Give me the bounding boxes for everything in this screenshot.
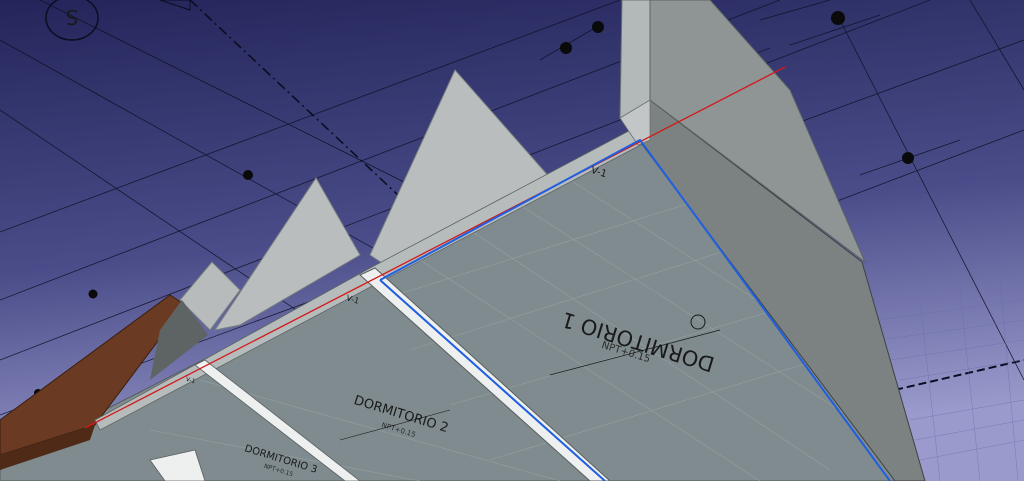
- grid-axis-bubble-icon: [902, 152, 914, 164]
- grid-axis-bubble-icon: [88, 289, 98, 299]
- 3d-viewport[interactable]: S DORMITORIO 1 NPT+0.15 DORMITORIO 2 NPT…: [0, 0, 1024, 481]
- grid-axis-bubble-icon: [560, 42, 572, 54]
- grid-axis-bubble-icon: [592, 21, 604, 33]
- column-top[interactable]: [619, 0, 653, 119]
- grid-axis-bubble-icon: [243, 170, 253, 180]
- north-mark-label: S: [66, 5, 79, 29]
- 3d-scene[interactable]: S DORMITORIO 1 NPT+0.15 DORMITORIO 2 NPT…: [0, 0, 1024, 481]
- grid-axis-bubble-icon: [831, 11, 845, 25]
